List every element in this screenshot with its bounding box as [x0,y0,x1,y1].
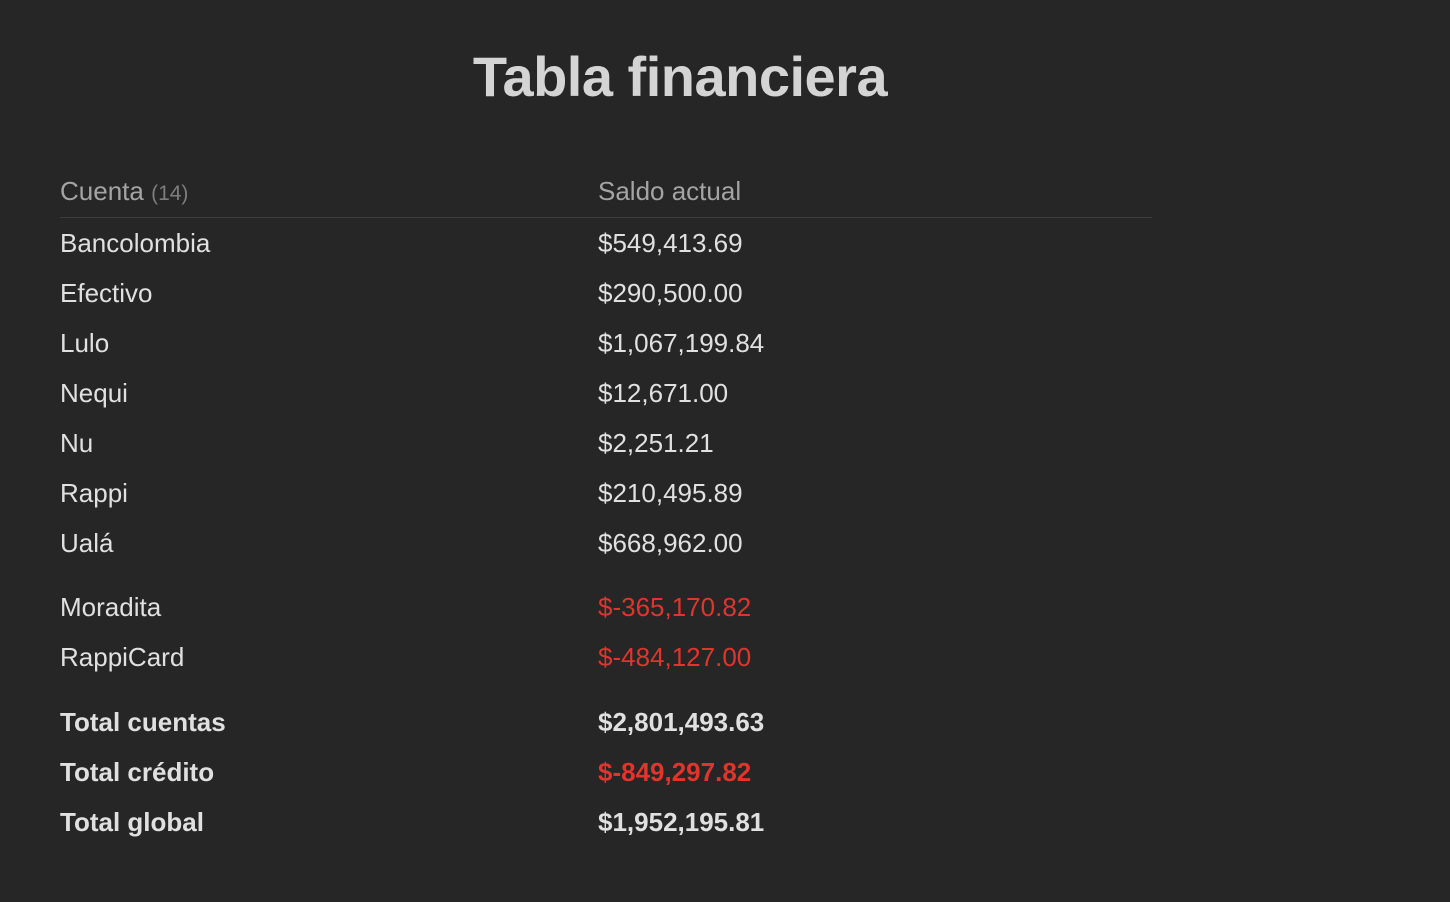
total-label: Total cuentas [60,707,226,737]
account-name: Nequi [60,378,128,408]
total-value: $2,801,493.63 [598,707,765,737]
credit-name: Moradita [60,592,162,622]
total-row-cuentas: Total cuentas $2,801,493.63 [60,697,1152,747]
account-balance: $668,962.00 [598,528,743,558]
table-row[interactable]: Nu $2,251.21 [60,418,1152,468]
account-balance: $2,251.21 [598,428,714,458]
account-name: Lulo [60,328,110,358]
account-name: Ualá [60,528,114,558]
account-balance: $210,495.89 [598,478,743,508]
table-row[interactable]: Ualá $668,962.00 [60,518,1152,568]
table-row[interactable]: Rappi $210,495.89 [60,468,1152,518]
group-separator [60,682,1152,697]
credit-balance: $-484,127.00 [598,642,752,672]
account-balance: $549,413.69 [598,228,743,258]
credit-name: RappiCard [60,642,185,672]
credit-row[interactable]: Moradita $-365,170.82 [60,582,1152,632]
header-account-label: Cuenta [60,176,144,206]
table-row[interactable]: Lulo $1,067,199.84 [60,318,1152,368]
financial-table: Cuenta (14) Saldo actual Bancolombia $54… [60,170,1152,847]
account-name: Rappi [60,478,128,508]
total-row-credito: Total crédito $-849,297.82 [60,747,1152,797]
table-row[interactable]: Nequi $12,671.00 [60,368,1152,418]
account-count: (14) [151,182,189,205]
header-account[interactable]: Cuenta (14) [60,176,188,207]
account-name: Efectivo [60,278,153,308]
account-name: Nu [60,428,94,458]
table-row[interactable]: Efectivo $290,500.00 [60,268,1152,318]
total-row-global: Total global $1,952,195.81 [60,797,1152,847]
credit-row[interactable]: RappiCard $-484,127.00 [60,632,1152,682]
group-separator [60,568,1152,582]
account-balance: $1,067,199.84 [598,328,765,358]
account-balance: $12,671.00 [598,378,729,408]
credit-balance: $-365,170.82 [598,592,752,622]
total-label: Total crédito [60,757,215,787]
account-balance: $290,500.00 [598,278,743,308]
total-value: $-849,297.82 [598,757,752,787]
total-value: $1,952,195.81 [598,807,765,837]
table-row[interactable]: Bancolombia $549,413.69 [60,218,1152,268]
account-name: Bancolombia [60,228,211,258]
header-balance[interactable]: Saldo actual [598,176,741,207]
table-header: Cuenta (14) Saldo actual [60,170,1152,218]
total-label: Total global [60,807,204,837]
page-title: Tabla financiera [472,45,888,108]
